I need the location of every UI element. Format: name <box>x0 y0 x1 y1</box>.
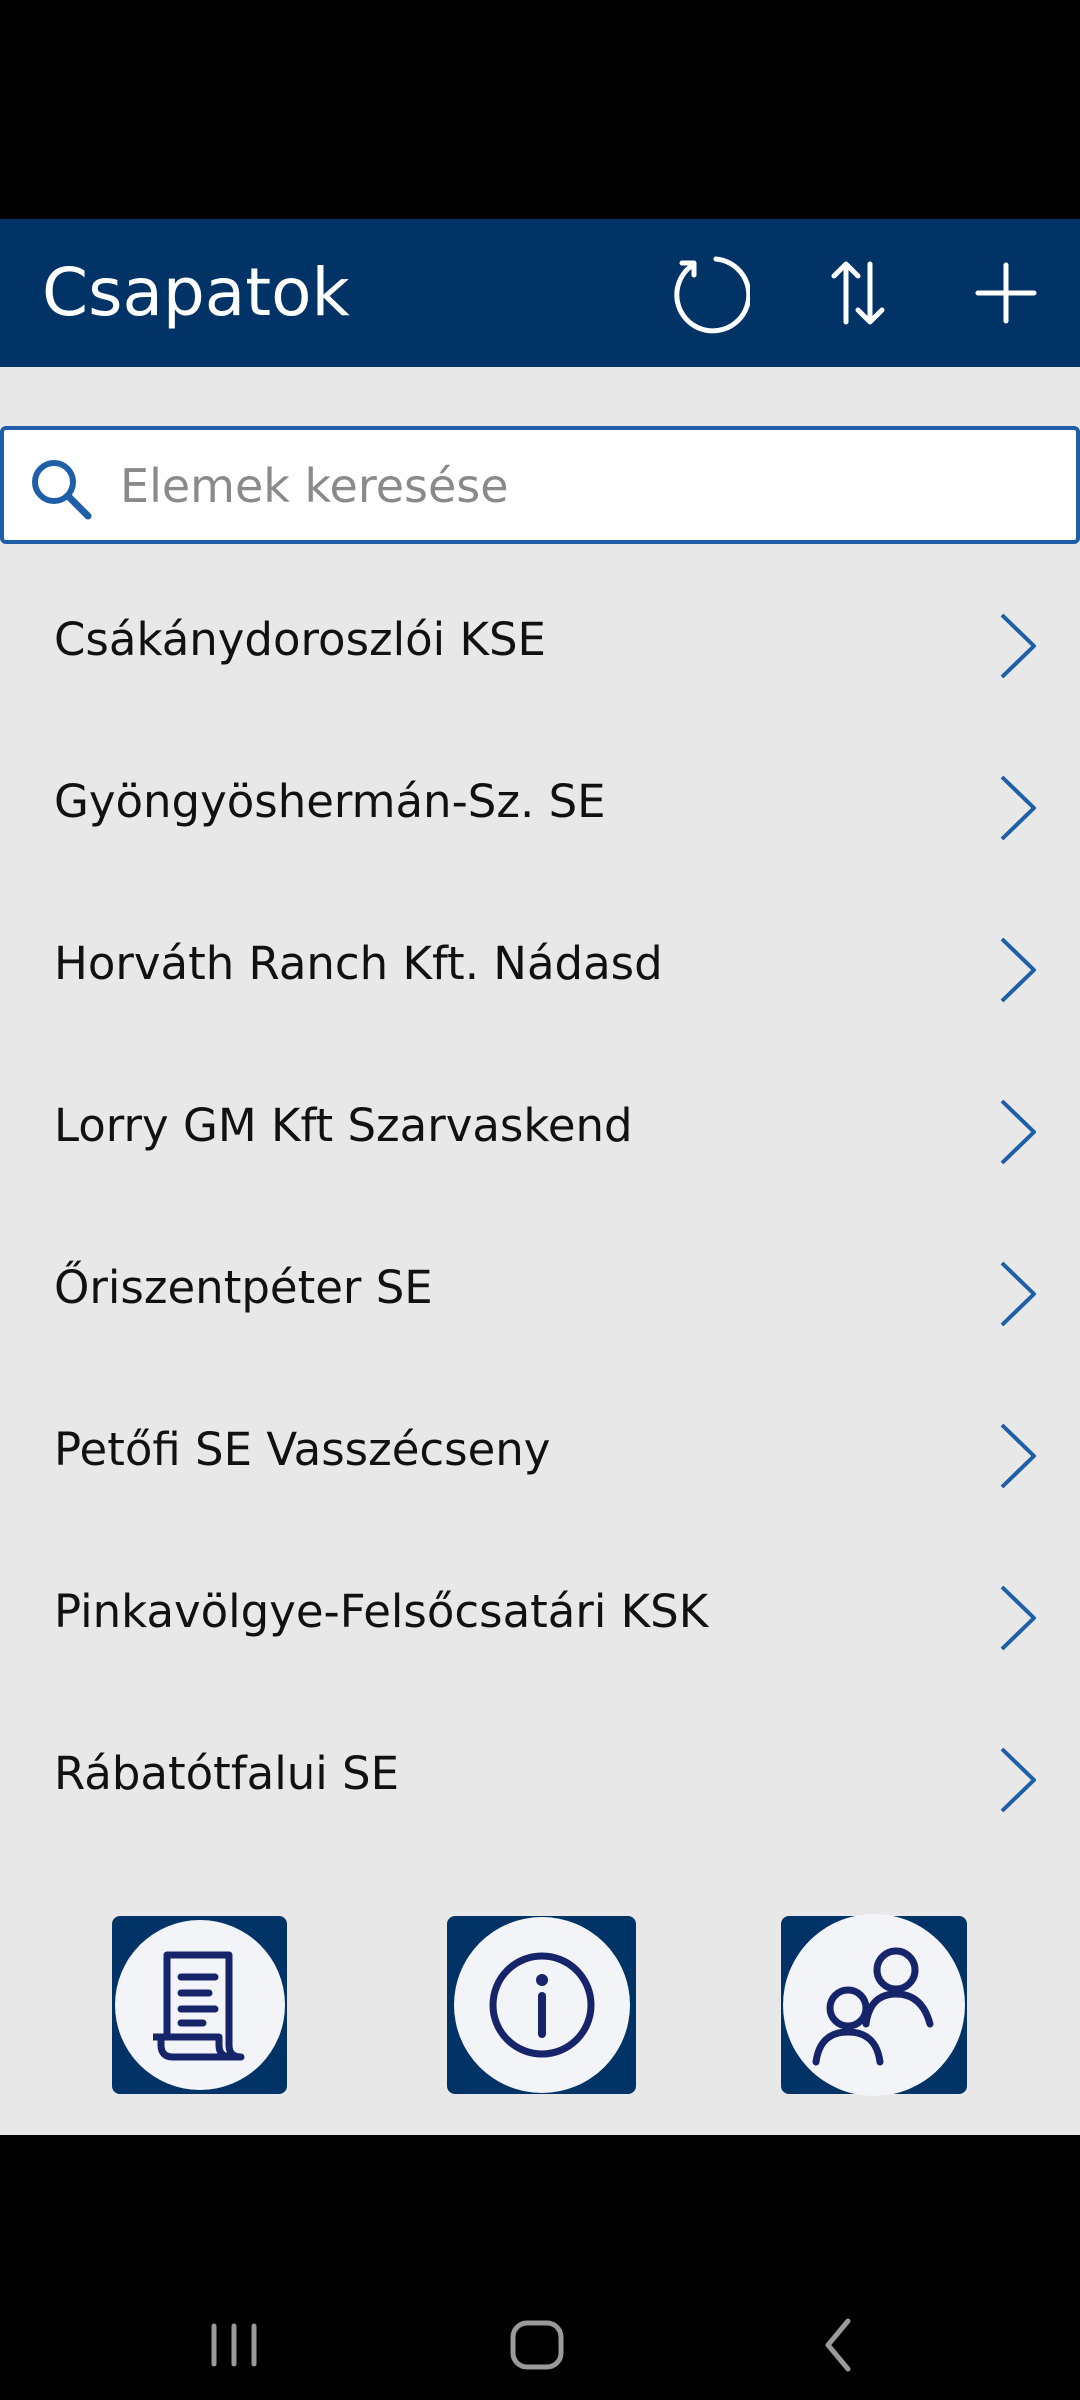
chevron-right-icon <box>1000 1261 1036 1327</box>
recent-apps-icon <box>211 2323 257 2367</box>
people-tile-disc <box>783 1914 965 2096</box>
team-name: Rábatótfalui SE <box>54 1747 400 1800</box>
team-name: Lorry GM Kft Szarvaskend <box>54 1099 633 1152</box>
search-box[interactable] <box>0 426 1080 544</box>
add-icon <box>975 262 1037 324</box>
recent-apps-button[interactable] <box>184 2295 284 2395</box>
list-item[interactable]: Rábatótfalui SE <box>0 1693 1080 1855</box>
chevron-right-icon <box>1000 613 1036 679</box>
team-list: Csákánydoroszlói KSE Gyöngyöshermán-Sz. … <box>0 559 1080 1855</box>
search-icon <box>32 460 92 520</box>
search-input[interactable] <box>120 448 1050 524</box>
page-title: Csapatok <box>42 254 350 331</box>
team-name: Gyöngyöshermán-Sz. SE <box>54 775 606 828</box>
chevron-right-icon <box>1000 1099 1036 1165</box>
document-tile-disc <box>114 1920 285 2090</box>
team-name: Petőfi SE Vasszécseny <box>54 1423 551 1476</box>
team-name: Horváth Ranch Kft. Nádasd <box>54 937 663 990</box>
back-icon <box>825 2318 851 2372</box>
info-tile-disc <box>453 1917 630 2093</box>
list-item[interactable]: Pinkavölgye-Felsőcsatári KSK <box>0 1531 1080 1693</box>
list-item[interactable]: Petőfi SE Vasszécseny <box>0 1369 1080 1531</box>
team-name: Őriszentpéter SE <box>54 1261 433 1314</box>
document-icon <box>152 1951 244 2061</box>
status-bar <box>0 0 1080 219</box>
chevron-right-icon <box>1000 775 1036 841</box>
back-button[interactable] <box>789 2295 889 2395</box>
refresh-button[interactable] <box>663 248 753 338</box>
list-item[interactable]: Gyöngyöshermán-Sz. SE <box>0 721 1080 883</box>
add-button[interactable] <box>961 248 1051 338</box>
chevron-right-icon <box>1000 1585 1036 1651</box>
team-name: Pinkavölgye-Felsőcsatári KSK <box>54 1585 709 1638</box>
chevron-right-icon <box>1000 1423 1036 1489</box>
list-item[interactable]: Csákánydoroszlói KSE <box>0 559 1080 721</box>
app-screen: Csapatok Csákánydoroszlói <box>0 219 1080 2135</box>
system-nav-bar <box>0 2135 1080 2400</box>
home-button[interactable] <box>487 2295 587 2395</box>
people-icon <box>812 1947 934 2066</box>
sort-button[interactable] <box>813 248 903 338</box>
list-item[interactable]: Horváth Ranch Kft. Nádasd <box>0 883 1080 1045</box>
chevron-right-icon <box>1000 1747 1036 1813</box>
document-button[interactable] <box>112 1916 287 2094</box>
people-button[interactable] <box>781 1914 967 2096</box>
info-button[interactable] <box>447 1916 636 2094</box>
team-name: Csákánydoroszlói KSE <box>54 613 546 666</box>
app-header: Csapatok <box>0 219 1080 367</box>
bottom-toolbar <box>0 1914 1080 2096</box>
home-icon <box>510 2320 564 2370</box>
refresh-icon <box>674 256 750 334</box>
list-item[interactable]: Őriszentpéter SE <box>0 1207 1080 1369</box>
list-item[interactable]: Lorry GM Kft Szarvaskend <box>0 1045 1080 1207</box>
info-icon <box>489 1952 594 2058</box>
chevron-right-icon <box>1000 937 1036 1003</box>
sort-icon <box>831 261 885 325</box>
